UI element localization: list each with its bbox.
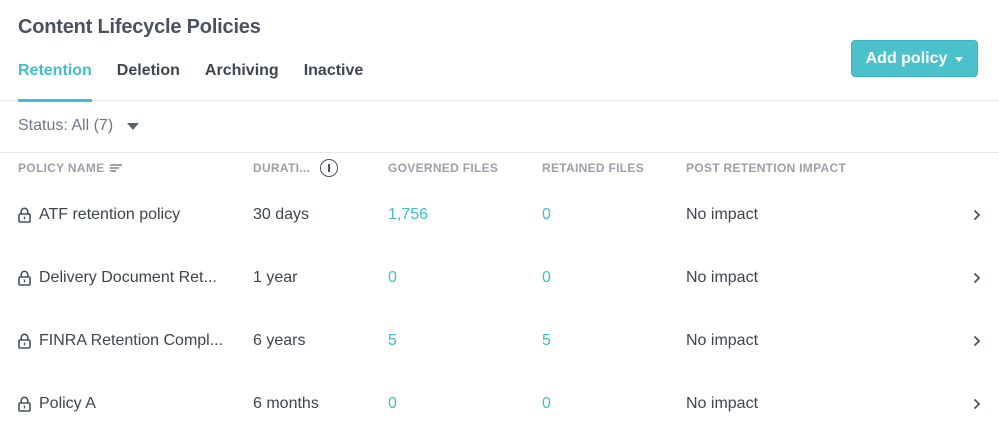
policy-tabs: Retention Deletion Archiving Inactive [18, 60, 388, 102]
governed-files-link[interactable]: 5 [388, 309, 397, 372]
governed-files-link[interactable]: 1,756 [388, 183, 428, 246]
caret-down-icon [127, 122, 140, 130]
status-filter-label: Status: All (7) [18, 117, 114, 134]
filter-bar: Status: All (7) [0, 101, 999, 153]
lock-icon [18, 207, 31, 223]
policy-name: ATF retention policy [39, 205, 181, 223]
policy-name-cell: ATF retention policy [0, 183, 180, 246]
duration-cell: 30 days [253, 205, 310, 223]
impact-cell: No impact [686, 394, 759, 412]
page-header: Content Lifecycle Policies Retention Del… [0, 0, 999, 102]
caret-down-icon [955, 56, 964, 62]
column-header-governed-files[interactable]: GOVERNED FILES [388, 161, 498, 175]
retained-files-link[interactable]: 0 [542, 246, 551, 309]
column-header-post-retention-impact[interactable]: POST RETENTION IMPACT [686, 161, 846, 175]
tab-inactive[interactable]: Inactive [304, 60, 364, 101]
add-policy-button[interactable]: Add policy [851, 40, 978, 77]
duration-cell: 1 year [253, 268, 298, 286]
retained-files-link[interactable]: 0 [542, 183, 551, 246]
impact-cell: No impact [686, 268, 759, 286]
policy-name: Delivery Document Ret... [39, 268, 217, 286]
policy-name-cell: Policy A [0, 372, 96, 435]
chevron-right-icon[interactable] [973, 246, 981, 309]
impact-cell: No impact [686, 205, 759, 223]
add-policy-label: Add policy [865, 49, 948, 67]
chevron-right-icon[interactable] [973, 183, 981, 246]
policy-name-cell: FINRA Retention Compl... [0, 309, 223, 372]
status-filter-dropdown[interactable]: Status: All (7) [18, 117, 140, 135]
retained-files-link[interactable]: 5 [542, 309, 551, 372]
policy-name: Policy A [39, 394, 96, 412]
retained-files-link[interactable]: 0 [542, 372, 551, 435]
tab-retention[interactable]: Retention [18, 60, 92, 102]
governed-files-link[interactable]: 0 [388, 246, 397, 309]
sort-icon [110, 164, 123, 172]
lock-icon [18, 333, 31, 349]
column-header-duration[interactable]: DURATI... i [253, 158, 339, 178]
chevron-right-icon[interactable] [973, 372, 981, 435]
table-row[interactable]: Policy A 6 months 0 0 No impact [0, 372, 999, 435]
table-row[interactable]: FINRA Retention Compl... 6 years 5 5 No … [0, 309, 999, 372]
policy-name: FINRA Retention Compl... [39, 331, 224, 349]
tab-deletion[interactable]: Deletion [117, 60, 180, 101]
lock-icon [18, 270, 31, 286]
chevron-right-icon[interactable] [973, 309, 981, 372]
column-header-policy-name[interactable]: POLICY NAME [18, 161, 123, 175]
column-header-retained-files[interactable]: RETAINED FILES [542, 161, 644, 175]
table-row[interactable]: ATF retention policy 30 days 1,756 0 No … [0, 183, 999, 246]
governed-files-link[interactable]: 0 [388, 372, 397, 435]
impact-cell: No impact [686, 331, 759, 349]
page-title: Content Lifecycle Policies [18, 16, 261, 38]
duration-cell: 6 years [253, 331, 306, 349]
table-row[interactable]: Delivery Document Ret... 1 year 0 0 No i… [0, 246, 999, 309]
lock-icon [18, 396, 31, 412]
duration-cell: 6 months [253, 394, 319, 412]
tab-archiving[interactable]: Archiving [205, 60, 279, 101]
policy-name-cell: Delivery Document Ret... [0, 246, 217, 309]
info-icon[interactable]: i [320, 159, 339, 177]
